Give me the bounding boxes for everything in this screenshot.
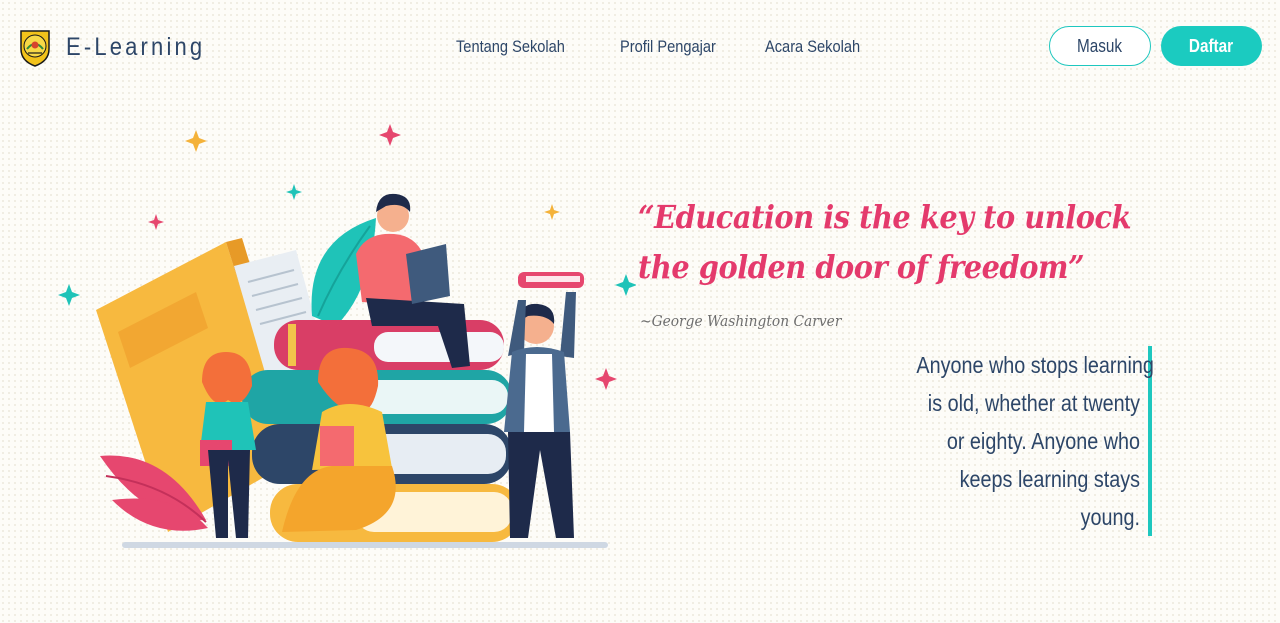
side-text-line: or eighty. Anyone who (946, 428, 1140, 454)
nav-link-tentang-sekolah[interactable]: Tentang Sekolah (456, 37, 565, 57)
register-button[interactable]: Daftar (1161, 26, 1262, 66)
hero-side-text: Anyone who stops learning is old, whethe… (880, 346, 1154, 536)
students-reading-books-illustration (58, 124, 636, 548)
login-button[interactable]: Masuk (1049, 26, 1151, 66)
side-text-line: keeps learning stays (959, 466, 1140, 492)
quote-line: “Education is the key to unlock (638, 198, 1132, 236)
university-seal-icon (20, 30, 50, 67)
side-text-line: is old, whether at twenty (927, 390, 1140, 416)
quote-line: the golden door of freedom” (638, 248, 1085, 286)
hero-quote: “Education is the key to unlock the gold… (638, 192, 1158, 292)
side-text-line: young. (1080, 504, 1140, 530)
navbar: E-Learning Tentang Sekolah Profil Pengaj… (0, 0, 1280, 92)
brand-name: E-Learning (66, 32, 206, 61)
nav-link-profil-pengajar[interactable]: Profil Pengajar (620, 37, 716, 57)
register-button-label: Daftar (1189, 35, 1234, 56)
nav-link-acara-sekolah[interactable]: Acara Sekolah (765, 37, 860, 57)
main-nav: Tentang Sekolah Profil Pengajar Acara Se… (456, 37, 930, 57)
quote-author: ~George Washington Carver (640, 312, 842, 330)
brand[interactable]: E-Learning (16, 27, 224, 67)
side-text-line: Anyone who stops learning (916, 352, 1154, 378)
login-button-label: Masuk (1077, 35, 1123, 56)
